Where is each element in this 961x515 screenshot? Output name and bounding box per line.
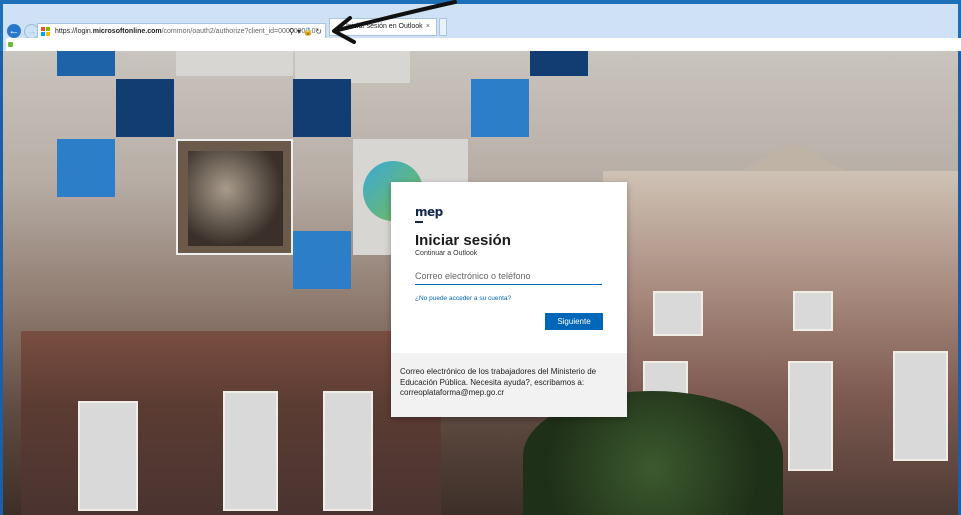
page-title: Iniciar sesión bbox=[415, 232, 511, 249]
email-field[interactable] bbox=[415, 267, 602, 285]
favorite-icon[interactable] bbox=[8, 42, 13, 47]
annotation-arrow-icon bbox=[332, 0, 457, 44]
cant-access-link[interactable]: ¿No puede acceder a su cuenta? bbox=[415, 295, 511, 302]
browser-toolbar: ← → https://login.microsoftonline.com/co… bbox=[3, 4, 961, 51]
students-photo bbox=[176, 139, 293, 255]
back-arrow-icon[interactable]: ← bbox=[7, 24, 21, 38]
subtitle: Continuar a Outlook bbox=[415, 250, 478, 257]
footer-text: Correo electrónico de los trabajadores d… bbox=[400, 367, 597, 397]
sign-in-card: mep Iniciar sesión Continuar a Outlook ¿… bbox=[391, 182, 627, 417]
dropdown-icon[interactable]: ▾ bbox=[297, 27, 301, 36]
address-bar-icons: ⚲ ▾ 🔒 ↻ bbox=[289, 25, 322, 39]
url-text: https://login.microsoftonline.com/common… bbox=[55, 26, 316, 38]
favorites-bar bbox=[6, 38, 961, 51]
browser-chrome: ← → https://login.microsoftonline.com/co… bbox=[0, 0, 961, 51]
card-footer: Correo electrónico de los trabajadores d… bbox=[391, 353, 627, 417]
microsoft-logo-icon bbox=[41, 27, 51, 37]
search-icon[interactable]: ⚲ bbox=[289, 27, 295, 36]
url-prefix: https://login. bbox=[55, 28, 93, 35]
url-domain: microsoftonline.com bbox=[92, 28, 162, 35]
mep-logo: mep bbox=[415, 205, 443, 223]
next-button[interactable]: Siguiente bbox=[545, 313, 603, 330]
lock-icon: 🔒 bbox=[303, 27, 314, 36]
